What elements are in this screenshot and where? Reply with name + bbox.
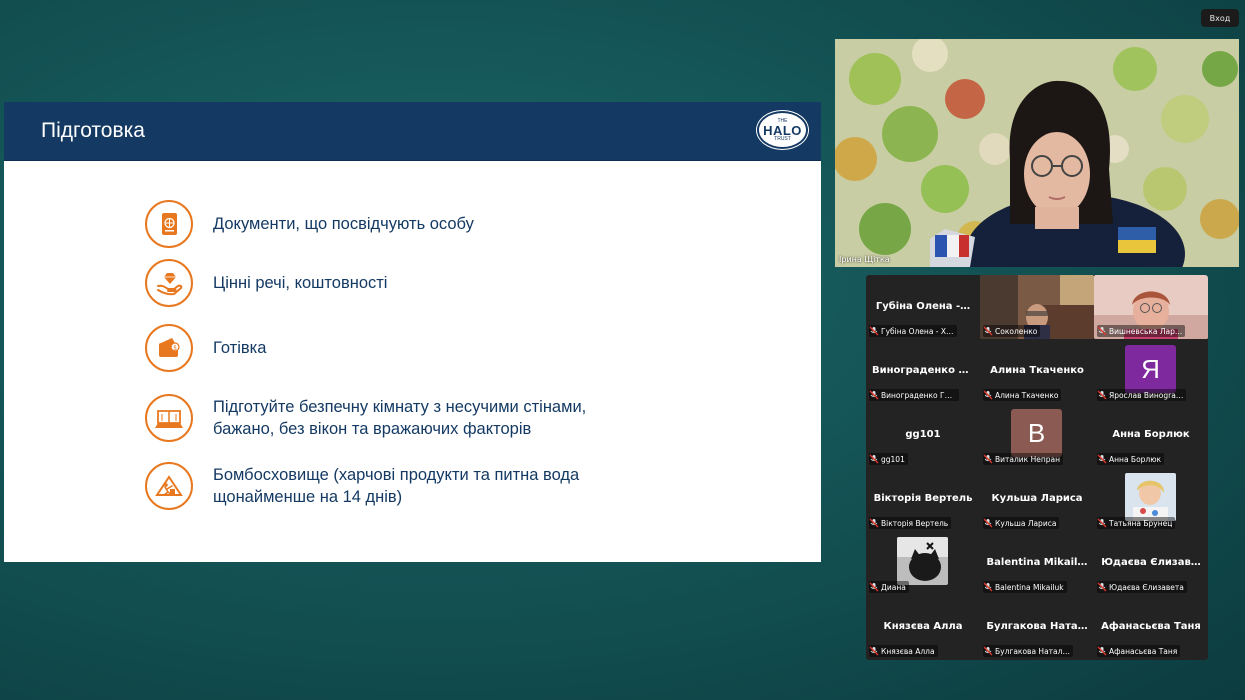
mic-off-icon <box>1097 454 1107 464</box>
mic-off-icon <box>869 646 879 656</box>
participant-tile[interactable]: gg101 gg101 <box>866 403 980 467</box>
mic-off-icon <box>983 518 993 528</box>
participant-tile[interactable]: В Виталик Непран <box>980 403 1094 467</box>
slide-bullet-cash: $ Готівка <box>145 324 266 372</box>
valuables-icon <box>145 259 193 307</box>
slide-bullet-valuables: Цінні речі, коштовності <box>145 259 387 307</box>
participant-tile[interactable]: Balentina Mikail… Balentina Mikailuk <box>980 531 1094 595</box>
mic-off-icon <box>869 582 879 592</box>
participant-tile[interactable]: Татьяна Брунец <box>1094 467 1208 531</box>
mic-off-icon <box>983 390 993 400</box>
participant-tile[interactable]: Соколенко <box>980 275 1094 339</box>
slide-bullet-safe-room: Підготуйте безпечну кімнату з несучими с… <box>145 394 586 442</box>
mic-off-icon <box>983 326 993 336</box>
participant-tile[interactable]: Алина Ткаченко Алина Ткаченко <box>980 339 1094 403</box>
mic-off-icon <box>1097 390 1107 400</box>
main-speaker-video[interactable]: Ірина Щітка <box>835 39 1239 267</box>
svg-text:$: $ <box>173 344 177 351</box>
mic-off-icon <box>869 518 879 528</box>
mic-off-icon <box>1097 326 1107 336</box>
participant-photo <box>1125 473 1176 521</box>
passport-icon <box>145 200 193 248</box>
slide-title: Підготовка <box>41 119 145 142</box>
participant-tile[interactable]: Я Ярослав Винogra… <box>1094 339 1208 403</box>
slide-bullet-bomb-shelter: Бомбосховище (харчові продукти та питна … <box>145 462 579 510</box>
mic-off-icon <box>983 454 993 464</box>
wallet-icon: $ <box>145 324 193 372</box>
avatar: В <box>1011 409 1062 457</box>
mic-off-icon <box>983 582 993 592</box>
participants-grid[interactable]: Губіна Олена -… Губіна Олена - Х… Соколе… <box>866 275 1208 660</box>
mic-off-icon <box>983 646 993 656</box>
mic-off-icon <box>1097 518 1107 528</box>
participant-tile[interactable]: Винограденко Г… Винограденко Га… <box>866 339 980 403</box>
mic-off-icon <box>869 326 879 336</box>
participant-tile[interactable]: Булгакова Ната… Булгакова Наталі… <box>980 595 1094 659</box>
participant-tile[interactable]: Юдаєва Єлизав… Юдаєва Єлизавета <box>1094 531 1208 595</box>
slide-header: Підготовка THE HALO TRUST <box>4 102 821 161</box>
mic-off-icon <box>1097 646 1107 656</box>
speaker-video-frame <box>835 39 1239 267</box>
slide-bullet-documents: Документи, що посвідчують особу <box>145 200 474 248</box>
participant-tile[interactable]: Вишневська Лар… <box>1094 275 1208 339</box>
participant-tile[interactable]: Кульша Лариса Кульша Лариса <box>980 467 1094 531</box>
room-icon <box>145 394 193 442</box>
participant-tile[interactable]: Диана <box>866 531 980 595</box>
mic-off-icon <box>869 454 879 464</box>
shelter-icon <box>145 462 193 510</box>
participant-tile[interactable]: Анна Борлюк Анна Борлюк <box>1094 403 1208 467</box>
participant-tile[interactable]: Губіна Олена -… Губіна Олена - Х… <box>866 275 980 339</box>
halo-trust-logo: THE HALO TRUST <box>757 111 808 149</box>
speaker-name-label: Ірина Щітка <box>839 255 890 264</box>
shared-slide: Підготовка THE HALO TRUST Документи, що … <box>4 102 821 562</box>
exit-button[interactable]: Вход <box>1201 9 1239 27</box>
mic-off-icon <box>869 390 879 400</box>
participant-tile[interactable]: Афанасьєва Таня Афанасьєва Таня <box>1094 595 1208 659</box>
avatar: Я <box>1125 345 1176 393</box>
participant-tile[interactable]: Вікторія Вертель Вікторія Вертель <box>866 467 980 531</box>
participant-tile[interactable]: Князєва Алла Князєва Алла <box>866 595 980 659</box>
mic-off-icon <box>1097 582 1107 592</box>
participant-photo <box>897 537 948 585</box>
